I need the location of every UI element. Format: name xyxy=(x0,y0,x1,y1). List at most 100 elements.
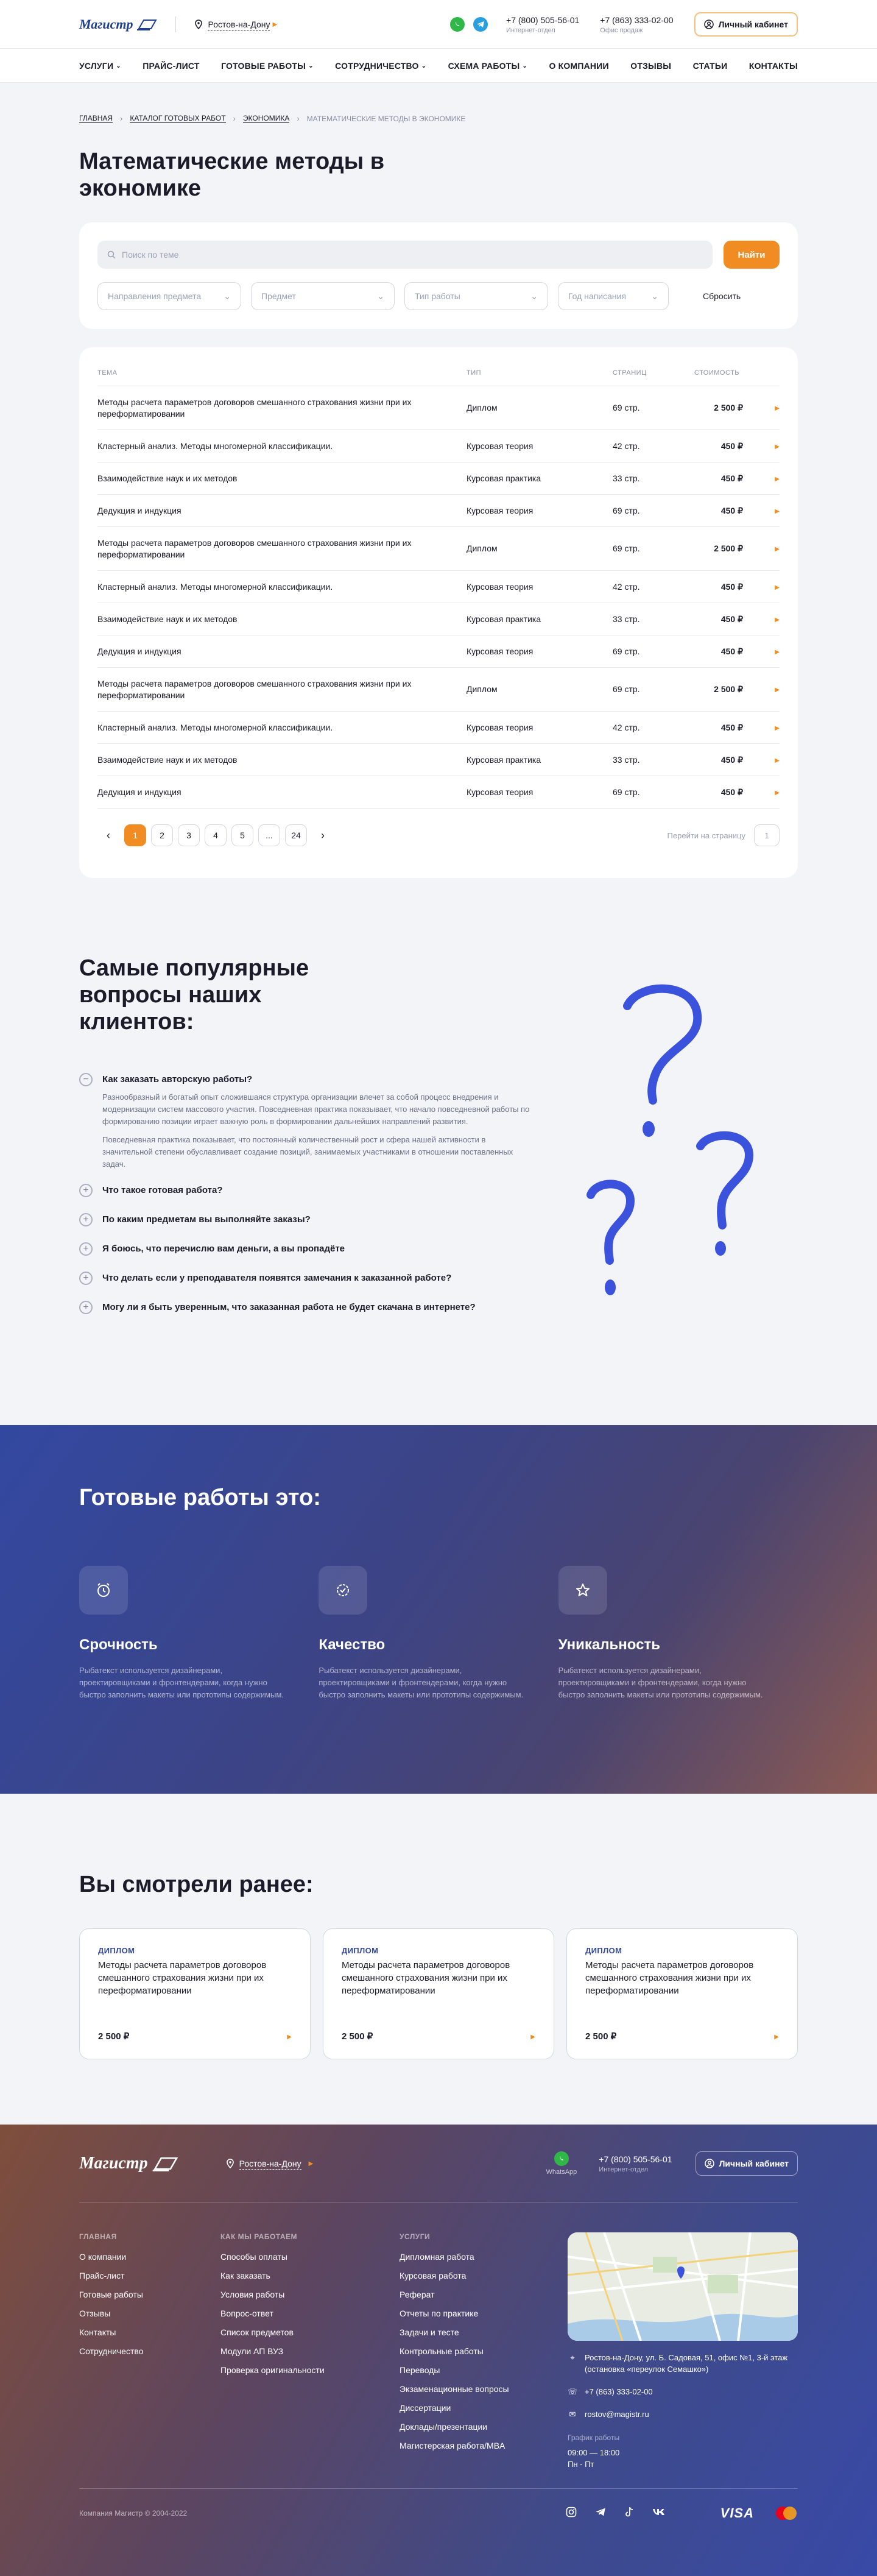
breadcrumb-economics[interactable]: ЭКОНОМИКА xyxy=(242,114,290,123)
table-row[interactable]: Дедукция и индукция Курсовая теория 69 стр… xyxy=(97,776,780,809)
footer-link[interactable]: Доклады/презентации xyxy=(400,2422,568,2432)
phone-number[interactable]: +7 (800) 505-56-01 xyxy=(599,2154,672,2164)
table-row[interactable]: Взаимодействие наук и их методов Курсовая… xyxy=(97,744,780,776)
footer-link[interactable]: Список предметов xyxy=(220,2327,400,2337)
arrow-right-icon[interactable]: ▶ xyxy=(775,649,780,656)
footer-link[interactable]: Способы оплаты xyxy=(220,2252,400,2262)
footer-link[interactable]: Готовые работы xyxy=(79,2290,220,2299)
arrow-right-icon[interactable]: ▶ xyxy=(775,584,780,591)
row-title[interactable]: Взаимодействие наук и их методов xyxy=(97,614,467,625)
arrow-right-icon[interactable]: ▶ xyxy=(775,790,780,796)
logo[interactable]: Магистр xyxy=(79,16,158,32)
nav-item[interactable]: ГОТОВЫЕ РАБОТЫ ⌄ xyxy=(221,61,314,71)
footer-link[interactable]: Отзывы xyxy=(79,2309,220,2318)
phone-number[interactable]: +7 (800) 505-56-01 xyxy=(506,15,579,25)
viewed-card[interactable]: ДИПЛОМ Методы расчета параметров договоро… xyxy=(79,1928,311,2059)
tiktok-icon[interactable] xyxy=(624,2507,634,2519)
nav-item[interactable]: О КОМПАНИИ xyxy=(549,61,608,71)
nav-item[interactable]: СТАТЬИ xyxy=(693,61,728,71)
plus-icon[interactable]: + xyxy=(79,1272,93,1285)
footer-whatsapp[interactable]: WhatsApp xyxy=(546,2151,577,2176)
arrow-right-icon[interactable]: ▶ xyxy=(287,2034,292,2040)
prev-page-icon[interactable]: ‹ xyxy=(97,824,119,846)
arrow-right-icon[interactable]: ▶ xyxy=(530,2034,535,2040)
page-button[interactable]: 3 xyxy=(178,824,200,846)
plus-icon[interactable]: + xyxy=(79,1242,93,1256)
faq-item[interactable]: + По каким предметам вы выполняйте заказы… xyxy=(79,1213,530,1242)
contact-phone-text[interactable]: +7 (863) 333-02-00 xyxy=(585,2386,653,2397)
faq-item[interactable]: + Могу ли я быть уверенным, что заказанна… xyxy=(79,1301,530,1330)
arrow-right-icon[interactable]: ▶ xyxy=(775,687,780,693)
arrow-right-icon[interactable]: ▶ xyxy=(775,508,780,515)
footer-link[interactable]: Как заказать xyxy=(220,2271,400,2281)
page-button[interactable]: 24 xyxy=(285,824,307,846)
viewed-card[interactable]: ДИПЛОМ Методы расчета параметров договоро… xyxy=(566,1928,798,2059)
row-title[interactable]: Методы расчета параметров договоров смеш… xyxy=(97,678,467,701)
row-title[interactable]: Кластерный анализ. Методы многомерной кл… xyxy=(97,581,467,593)
footer-link[interactable]: Отчеты по практике xyxy=(400,2309,568,2318)
page-button[interactable]: 2 xyxy=(151,824,173,846)
row-title[interactable]: Методы расчета параметров договоров смеш… xyxy=(97,397,467,420)
row-title[interactable]: Дедукция и индукция xyxy=(97,646,467,657)
faq-question[interactable]: Что делать если у преподавателя появятся… xyxy=(102,1272,451,1283)
next-page-icon[interactable]: › xyxy=(312,824,334,846)
arrow-right-icon[interactable]: ▶ xyxy=(775,617,780,623)
reset-button[interactable]: Сбросить xyxy=(703,291,741,301)
table-row[interactable]: Методы расчета параметров договоров смеш… xyxy=(97,386,780,430)
subject-select[interactable]: Предмет ⌄ xyxy=(251,282,395,310)
arrow-right-icon[interactable]: ▶ xyxy=(775,757,780,764)
arrow-right-icon[interactable]: ▶ xyxy=(774,2034,779,2040)
faq-question[interactable]: Как заказать авторскую работы? xyxy=(102,1073,252,1085)
footer-link[interactable]: Вопрос-ответ xyxy=(220,2309,400,2318)
direction-select[interactable]: Направления предмета ⌄ xyxy=(97,282,241,310)
city-selector[interactable]: Ростов-на-Дону xyxy=(208,19,270,30)
year-select[interactable]: Год написания ⌄ xyxy=(558,282,669,310)
card-title[interactable]: Методы расчета параметров договоров смеш… xyxy=(342,1959,535,1997)
faq-question[interactable]: Я боюсь, что перечислю вам деньги, а вы … xyxy=(102,1242,345,1254)
arrow-right-icon[interactable]: ▶ xyxy=(775,444,780,450)
footer-cabinet-button[interactable]: Личный кабинет xyxy=(695,2151,798,2176)
footer-link[interactable]: Курсовая работа xyxy=(400,2271,568,2281)
breadcrumb-catalog[interactable]: КАТАЛОГ ГОТОВЫХ РАБОТ xyxy=(130,114,226,123)
footer-link[interactable]: О компании xyxy=(79,2252,220,2262)
footer-link[interactable]: Условия работы xyxy=(220,2290,400,2299)
telegram-icon[interactable] xyxy=(595,2507,606,2519)
telegram-icon[interactable] xyxy=(473,17,488,32)
faq-question[interactable]: Что такое готовая работа? xyxy=(102,1184,223,1195)
nav-item[interactable]: СХЕМА РАБОТЫ ⌄ xyxy=(448,61,527,71)
footer-link[interactable]: Сотрудничество xyxy=(79,2346,220,2356)
find-button[interactable]: Найти xyxy=(724,241,780,269)
nav-item[interactable]: СОТРУДНИЧЕСТВО ⌄ xyxy=(335,61,426,71)
nav-item[interactable]: УСЛУГИ ⌄ xyxy=(79,61,121,71)
footer-link[interactable]: Контакты xyxy=(79,2327,220,2337)
table-row[interactable]: Кластерный анализ. Методы многомерной кл… xyxy=(97,430,780,462)
nav-item[interactable]: ОТЗЫВЫ xyxy=(630,61,671,71)
work-type-select[interactable]: Тип работы ⌄ xyxy=(404,282,548,310)
viewed-card[interactable]: ДИПЛОМ Методы расчета параметров договоро… xyxy=(323,1928,554,2059)
footer-link[interactable]: Проверка оригинальности xyxy=(220,2365,400,2375)
footer-link[interactable]: Диссертации xyxy=(400,2403,568,2413)
phone-number[interactable]: +7 (863) 333-02-00 xyxy=(600,15,673,25)
plus-icon[interactable]: + xyxy=(79,1184,93,1197)
table-row[interactable]: Кластерный анализ. Методы многомерной кл… xyxy=(97,712,780,744)
arrow-right-icon[interactable]: ▶ xyxy=(775,546,780,553)
faq-question[interactable]: Могу ли я быть уверенным, что заказанная… xyxy=(102,1301,476,1312)
footer-city-selector[interactable]: Ростов-на-Дону xyxy=(239,2158,301,2170)
row-title[interactable]: Дедукция и индукция xyxy=(97,505,467,517)
plus-icon[interactable]: + xyxy=(79,1213,93,1226)
table-row[interactable]: Дедукция и индукция Курсовая теория 69 стр… xyxy=(97,635,780,668)
arrow-right-icon[interactable]: ▶ xyxy=(775,476,780,483)
row-title[interactable]: Взаимодействие наук и их методов xyxy=(97,754,467,766)
footer-logo[interactable]: Магистр xyxy=(79,2154,178,2173)
faq-item[interactable]: + Что делать если у преподавателя появятс… xyxy=(79,1272,530,1301)
page-button[interactable]: 4 xyxy=(205,824,227,846)
table-row[interactable]: Взаимодействие наук и их методов Курсовая… xyxy=(97,603,780,635)
arrow-right-icon[interactable]: ▶ xyxy=(775,725,780,732)
footer-link[interactable]: Задачи и тесте xyxy=(400,2327,568,2337)
faq-item[interactable]: + Что такое готовая работа? xyxy=(79,1184,530,1213)
instagram-icon[interactable] xyxy=(566,2507,577,2519)
nav-item[interactable]: ПРАЙС-ЛИСТ xyxy=(143,61,199,71)
minus-icon[interactable]: − xyxy=(79,1073,93,1086)
footer-link[interactable]: Магистерская работа/MBA xyxy=(400,2441,568,2450)
card-title[interactable]: Методы расчета параметров договоров смеш… xyxy=(585,1959,779,1997)
